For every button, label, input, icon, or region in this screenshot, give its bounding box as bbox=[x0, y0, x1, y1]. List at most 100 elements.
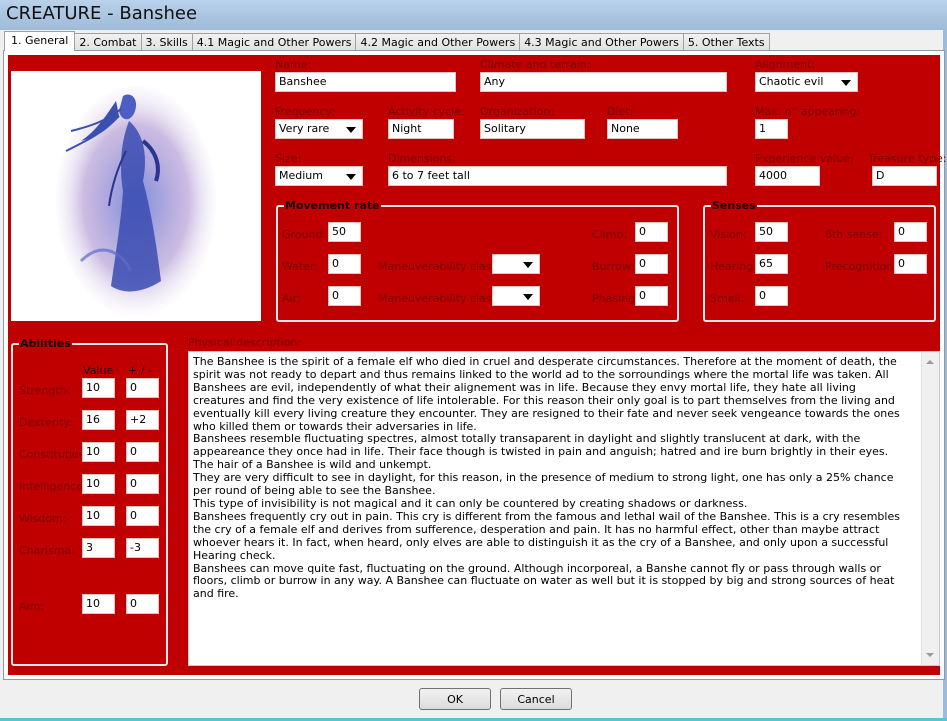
ability-label: Aim: bbox=[19, 600, 45, 613]
dimensions-label: Dimensions: bbox=[388, 152, 456, 165]
max-appearing-input[interactable]: 1 bbox=[755, 119, 788, 139]
ability-modifier-input[interactable]: 0 bbox=[126, 442, 159, 462]
treasure-input[interactable]: D bbox=[872, 166, 937, 186]
movement-rate-title: Movement rate bbox=[284, 199, 381, 212]
air-input[interactable]: 0 bbox=[328, 286, 361, 306]
precognition-label: Precognition: bbox=[825, 260, 898, 273]
tab-skills[interactable]: 3. Skills bbox=[140, 33, 193, 51]
climate-label: Climate and terrain: bbox=[480, 58, 591, 71]
air-label: Air: bbox=[282, 292, 301, 305]
ability-label: Constitution: bbox=[19, 448, 90, 461]
activity-input[interactable]: Night bbox=[388, 119, 454, 139]
chevron-down-icon bbox=[346, 174, 356, 180]
phasing-label: Phasing: bbox=[592, 292, 639, 305]
diet-input[interactable]: None bbox=[607, 119, 678, 139]
smell-label: Smell: bbox=[710, 292, 745, 305]
size-value: Medium bbox=[279, 169, 323, 182]
ground-input[interactable]: 50 bbox=[328, 222, 361, 242]
experience-input[interactable]: 4000 bbox=[755, 166, 820, 186]
ability-label: Strength: bbox=[19, 384, 71, 397]
ability-value-input[interactable]: 16 bbox=[82, 410, 115, 430]
value-column-header: Value bbox=[83, 364, 114, 377]
senses-title: Senses bbox=[711, 199, 757, 212]
ability-value-input[interactable]: 10 bbox=[82, 594, 115, 614]
smell-input[interactable]: 0 bbox=[755, 286, 788, 306]
cancel-button[interactable]: Cancel bbox=[500, 688, 572, 710]
ability-label: Wisdom: bbox=[19, 512, 67, 525]
ground-label: Ground: bbox=[282, 228, 327, 241]
hearing-label: Hearing: bbox=[710, 260, 758, 273]
chevron-down-icon bbox=[523, 262, 533, 268]
ability-value-input[interactable]: 10 bbox=[82, 378, 115, 398]
chevron-down-icon bbox=[346, 127, 356, 133]
maneuver-air-select[interactable] bbox=[492, 286, 540, 306]
name-label: Name: bbox=[275, 58, 312, 71]
modifier-column-header: + / - bbox=[128, 364, 152, 377]
ability-modifier-input[interactable]: -3 bbox=[126, 538, 159, 558]
organization-input[interactable]: Solitary bbox=[480, 119, 585, 139]
precognition-input[interactable]: 0 bbox=[894, 254, 927, 274]
ok-button[interactable]: OK bbox=[419, 688, 491, 710]
ability-value-input[interactable]: 3 bbox=[82, 538, 115, 558]
alignment-label: Alignment: bbox=[755, 58, 816, 71]
water-label: Water: bbox=[282, 260, 319, 273]
creature-portrait[interactable] bbox=[11, 71, 261, 321]
window-title: CREATURE - Banshee bbox=[6, 3, 198, 24]
banshee-portrait-icon bbox=[56, 86, 216, 316]
climb-label: Climb: bbox=[592, 228, 628, 241]
climb-input[interactable]: 0 bbox=[635, 222, 668, 242]
frequency-value: Very rare bbox=[279, 122, 330, 135]
sixth-sense-input[interactable]: 0 bbox=[894, 222, 927, 242]
climate-input[interactable]: Any bbox=[480, 72, 727, 92]
experience-label: Experience value: bbox=[755, 152, 854, 165]
ability-modifier-input[interactable]: 0 bbox=[126, 378, 159, 398]
tab-magic-2[interactable]: 4.2 Magic and Other Powers bbox=[355, 33, 521, 51]
tab-other-texts[interactable]: 5. Other Texts bbox=[682, 33, 770, 51]
ability-modifier-input[interactable]: 0 bbox=[126, 506, 159, 526]
hearing-input[interactable]: 65 bbox=[755, 254, 788, 274]
ability-modifier-input[interactable]: 0 bbox=[126, 474, 159, 494]
tab-page-general: Name: Banshee Climate and terrain: Any A… bbox=[3, 50, 946, 680]
maneuver-water-label: Maneuverability class: bbox=[378, 260, 501, 273]
dimensions-input[interactable]: 6 to 7 feet tall bbox=[388, 166, 727, 186]
ability-label: Dexterity: bbox=[19, 416, 73, 429]
vision-label: Vision: bbox=[710, 228, 747, 241]
chevron-down-icon bbox=[523, 294, 533, 300]
description-textarea[interactable]: The Banshee is the spirit of a female el… bbox=[188, 351, 940, 666]
alignment-select[interactable]: Chaotic evil bbox=[755, 72, 858, 92]
tab-magic-3[interactable]: 4.3 Magic and Other Powers bbox=[519, 33, 684, 51]
tab-magic-1[interactable]: 4.1 Magic and Other Powers bbox=[191, 33, 357, 51]
maneuver-air-label: Maneuverability class: bbox=[378, 292, 501, 305]
maneuver-water-select[interactable] bbox=[492, 254, 540, 274]
ability-value-input[interactable]: 10 bbox=[82, 506, 115, 526]
diet-label: Diet: bbox=[607, 105, 634, 118]
ability-modifier-input[interactable]: 0 bbox=[126, 594, 159, 614]
ability-modifier-input[interactable]: +2 bbox=[126, 410, 159, 430]
water-input[interactable]: 0 bbox=[328, 254, 361, 274]
title-bar[interactable]: CREATURE - Banshee bbox=[0, 0, 947, 30]
burrow-label: Burrow: bbox=[592, 260, 634, 273]
description-label: Physical description: bbox=[188, 336, 302, 349]
vision-input[interactable]: 50 bbox=[755, 222, 788, 242]
tab-combat[interactable]: 2. Combat bbox=[74, 33, 142, 51]
ability-value-input[interactable]: 10 bbox=[82, 442, 115, 462]
name-input[interactable]: Banshee bbox=[275, 72, 456, 92]
tab-general[interactable]: 1. General bbox=[4, 31, 76, 51]
scroll-up-icon[interactable] bbox=[926, 360, 934, 364]
sixth-sense-label: 6th sense: bbox=[825, 228, 883, 241]
scroll-down-icon[interactable] bbox=[926, 653, 934, 657]
size-select[interactable]: Medium bbox=[275, 166, 363, 186]
general-panel: Name: Banshee Climate and terrain: Any A… bbox=[8, 55, 946, 675]
frequency-select[interactable]: Very rare bbox=[275, 119, 363, 139]
abilities-title: Abilities bbox=[19, 337, 72, 350]
chevron-down-icon bbox=[841, 80, 851, 86]
size-label: Size: bbox=[275, 152, 302, 165]
description-scrollbar[interactable] bbox=[921, 352, 939, 665]
organization-label: Organization: bbox=[480, 105, 555, 118]
activity-label: Activity cycle: bbox=[388, 105, 465, 118]
phasing-input[interactable]: 0 bbox=[635, 286, 668, 306]
frequency-label: Frequency: bbox=[275, 105, 335, 118]
alignment-value: Chaotic evil bbox=[759, 75, 824, 88]
ability-value-input[interactable]: 10 bbox=[82, 474, 115, 494]
burrow-input[interactable]: 0 bbox=[635, 254, 668, 274]
